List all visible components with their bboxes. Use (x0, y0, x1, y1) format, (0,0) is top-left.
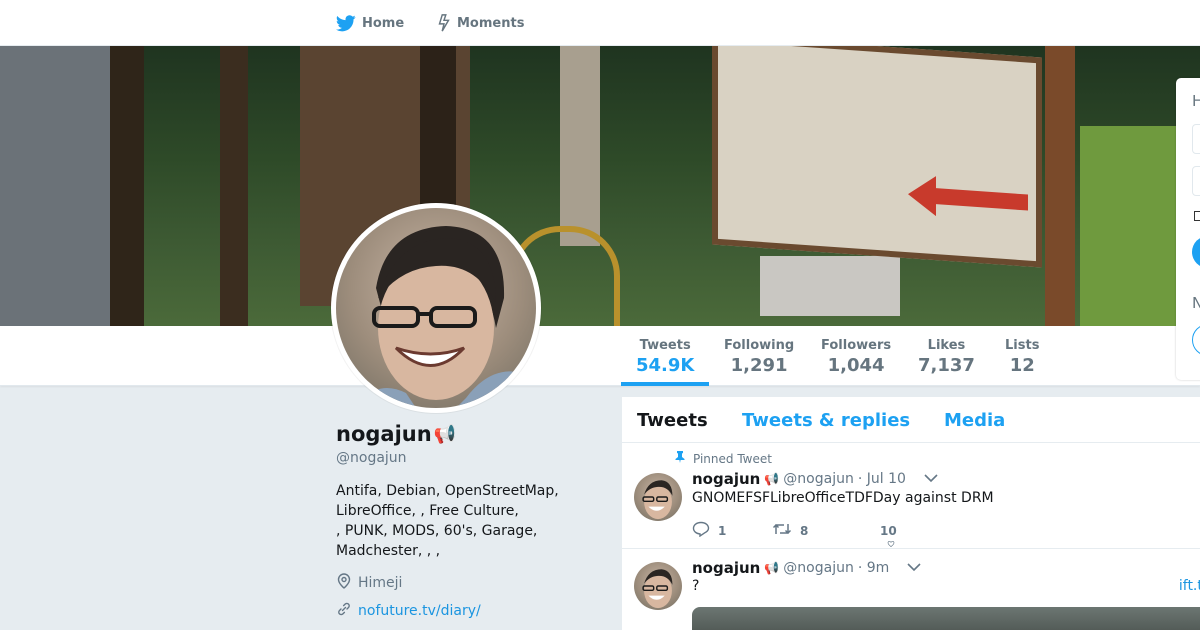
like-button[interactable]: 10 (880, 524, 921, 547)
tweet-media[interactable] (692, 607, 1200, 630)
top-navigation: Home Moments (0, 0, 1200, 46)
banner-tree (110, 46, 144, 326)
pin-icon (675, 451, 685, 466)
username-field[interactable] (1192, 124, 1200, 154)
stat-tweets[interactable]: Tweets 54.9K (636, 338, 694, 376)
login-button[interactable] (1192, 236, 1200, 268)
stat-label: Likes (927, 338, 966, 353)
megaphone-emoji: 📢 (764, 472, 780, 486)
stat-following[interactable]: Following 1,291 (724, 338, 794, 376)
profile-name-text: nogajun (336, 422, 432, 446)
login-card: H N (1176, 78, 1200, 380)
bio-line: Antifa, Debian, OpenStreetMap, (336, 483, 559, 499)
stat-value: 12 (1009, 355, 1035, 376)
stat-value: 1,291 (730, 355, 788, 376)
reply-icon (692, 521, 710, 540)
avatar-photo (336, 208, 536, 408)
chevron-down-icon[interactable] (924, 471, 938, 487)
tweet-author-handle[interactable]: @nogajun (783, 560, 854, 576)
nav-moments[interactable]: Moments (437, 0, 524, 46)
url-text: nofuture.tv/diary/ (358, 603, 481, 619)
remember-me-checkbox[interactable] (1194, 211, 1200, 221)
banner-stones (760, 256, 900, 316)
banner-sign-arrow (908, 174, 1028, 222)
pinned-label: Pinned Tweet (675, 451, 772, 466)
tweet-author-name[interactable]: nogajun (692, 470, 760, 488)
tweet-actions: 1 8 10 (692, 521, 921, 547)
tweet-item[interactable]: nogajun 📢 @nogajun · 9m ? ift.tt/2 (622, 549, 1200, 630)
profile-url[interactable]: nofuture.tv/diary/ (336, 601, 481, 621)
stat-label: Lists (1005, 338, 1040, 353)
stat-label: Tweets (639, 338, 691, 353)
retweet-button[interactable]: 8 (772, 522, 880, 539)
megaphone-emoji: 📢 (433, 423, 457, 445)
profile-location: Himeji (336, 573, 402, 593)
link-icon (336, 601, 352, 621)
stat-label: Following (724, 338, 795, 353)
retweet-icon (772, 522, 792, 539)
banner-birch (560, 46, 600, 246)
heart-icon (883, 536, 899, 550)
location-text: Himeji (358, 575, 403, 591)
banner-post (1045, 46, 1075, 326)
tweet-header: nogajun 📢 @nogajun · Jul 10 (692, 470, 938, 488)
signup-heading: N (1192, 294, 1200, 312)
timeline: Tweets Tweets & replies Media Pinned Twe… (622, 397, 1200, 630)
profile-bio: Antifa, Debian, OpenStreetMap, LibreOffi… (336, 481, 586, 561)
login-card-heading: H (1192, 92, 1200, 110)
profile-banner (0, 46, 1200, 326)
profile-handle[interactable]: @nogajun (336, 450, 407, 466)
profile-avatar[interactable] (331, 203, 541, 413)
stat-label: Followers (821, 338, 892, 353)
nav-home-label: Home (362, 15, 405, 31)
tweet-time[interactable]: · 9m (858, 560, 889, 576)
stat-value: 7,137 (918, 355, 975, 376)
nav-moments-label: Moments (457, 15, 525, 31)
stat-lists[interactable]: Lists 12 (1005, 338, 1039, 376)
pinned-label-text: Pinned Tweet (693, 451, 772, 466)
tweet-avatar[interactable] (634, 473, 682, 521)
tab-media[interactable]: Media (944, 410, 1005, 431)
nav-home[interactable]: Home (336, 0, 404, 46)
profile-stats-bar: Tweets 54.9K Following 1,291 Followers 1… (0, 326, 1200, 386)
tab-tweets[interactable]: Tweets (637, 410, 708, 431)
tweet-text: GNOMEFSFLibreOfficeTDFDay against DRM (692, 490, 994, 506)
reply-button[interactable]: 1 (692, 521, 772, 540)
location-pin-icon (336, 573, 352, 593)
chevron-down-icon[interactable] (907, 560, 921, 576)
tab-tweets-replies[interactable]: Tweets & replies (742, 410, 910, 431)
tweet-header: nogajun 📢 @nogajun · 9m (692, 559, 921, 577)
bio-line: LibreOffice, , Free Culture, (336, 503, 519, 519)
banner-tree (220, 46, 248, 326)
tweet-link[interactable]: ift.tt/2 (1179, 578, 1200, 594)
stat-likes[interactable]: Likes 7,137 (918, 338, 975, 376)
stat-value: 1,044 (827, 355, 885, 376)
tweet-text: ? (692, 578, 700, 594)
timeline-tabs: Tweets Tweets & replies Media (622, 397, 1200, 443)
signup-button[interactable] (1192, 324, 1200, 356)
stat-value: 54.9K (636, 355, 695, 376)
bio-line: , PUNK, MODS, 60's, Garage, (336, 523, 538, 539)
twitter-bird-icon (336, 14, 356, 32)
tweet-time[interactable]: · Jul 10 (858, 471, 906, 487)
active-stat-underline (621, 382, 709, 386)
banner-sign (712, 46, 1042, 268)
profile-name[interactable]: nogajun 📢 (336, 422, 456, 446)
tweet-item[interactable]: Pinned Tweet nogajun 📢 @nogajun · Jul 10… (622, 443, 1200, 549)
lightning-icon (437, 14, 451, 32)
stat-followers[interactable]: Followers 1,044 (821, 338, 891, 376)
bio-line: Madchester, , , (336, 543, 441, 559)
tweet-author-name[interactable]: nogajun (692, 559, 760, 577)
retweet-count: 8 (800, 523, 809, 538)
tweet-avatar[interactable] (634, 562, 682, 610)
tweet-author-handle[interactable]: @nogajun (783, 471, 854, 487)
reply-count: 1 (718, 523, 727, 538)
megaphone-emoji: 📢 (764, 561, 780, 575)
password-field[interactable] (1192, 166, 1200, 196)
